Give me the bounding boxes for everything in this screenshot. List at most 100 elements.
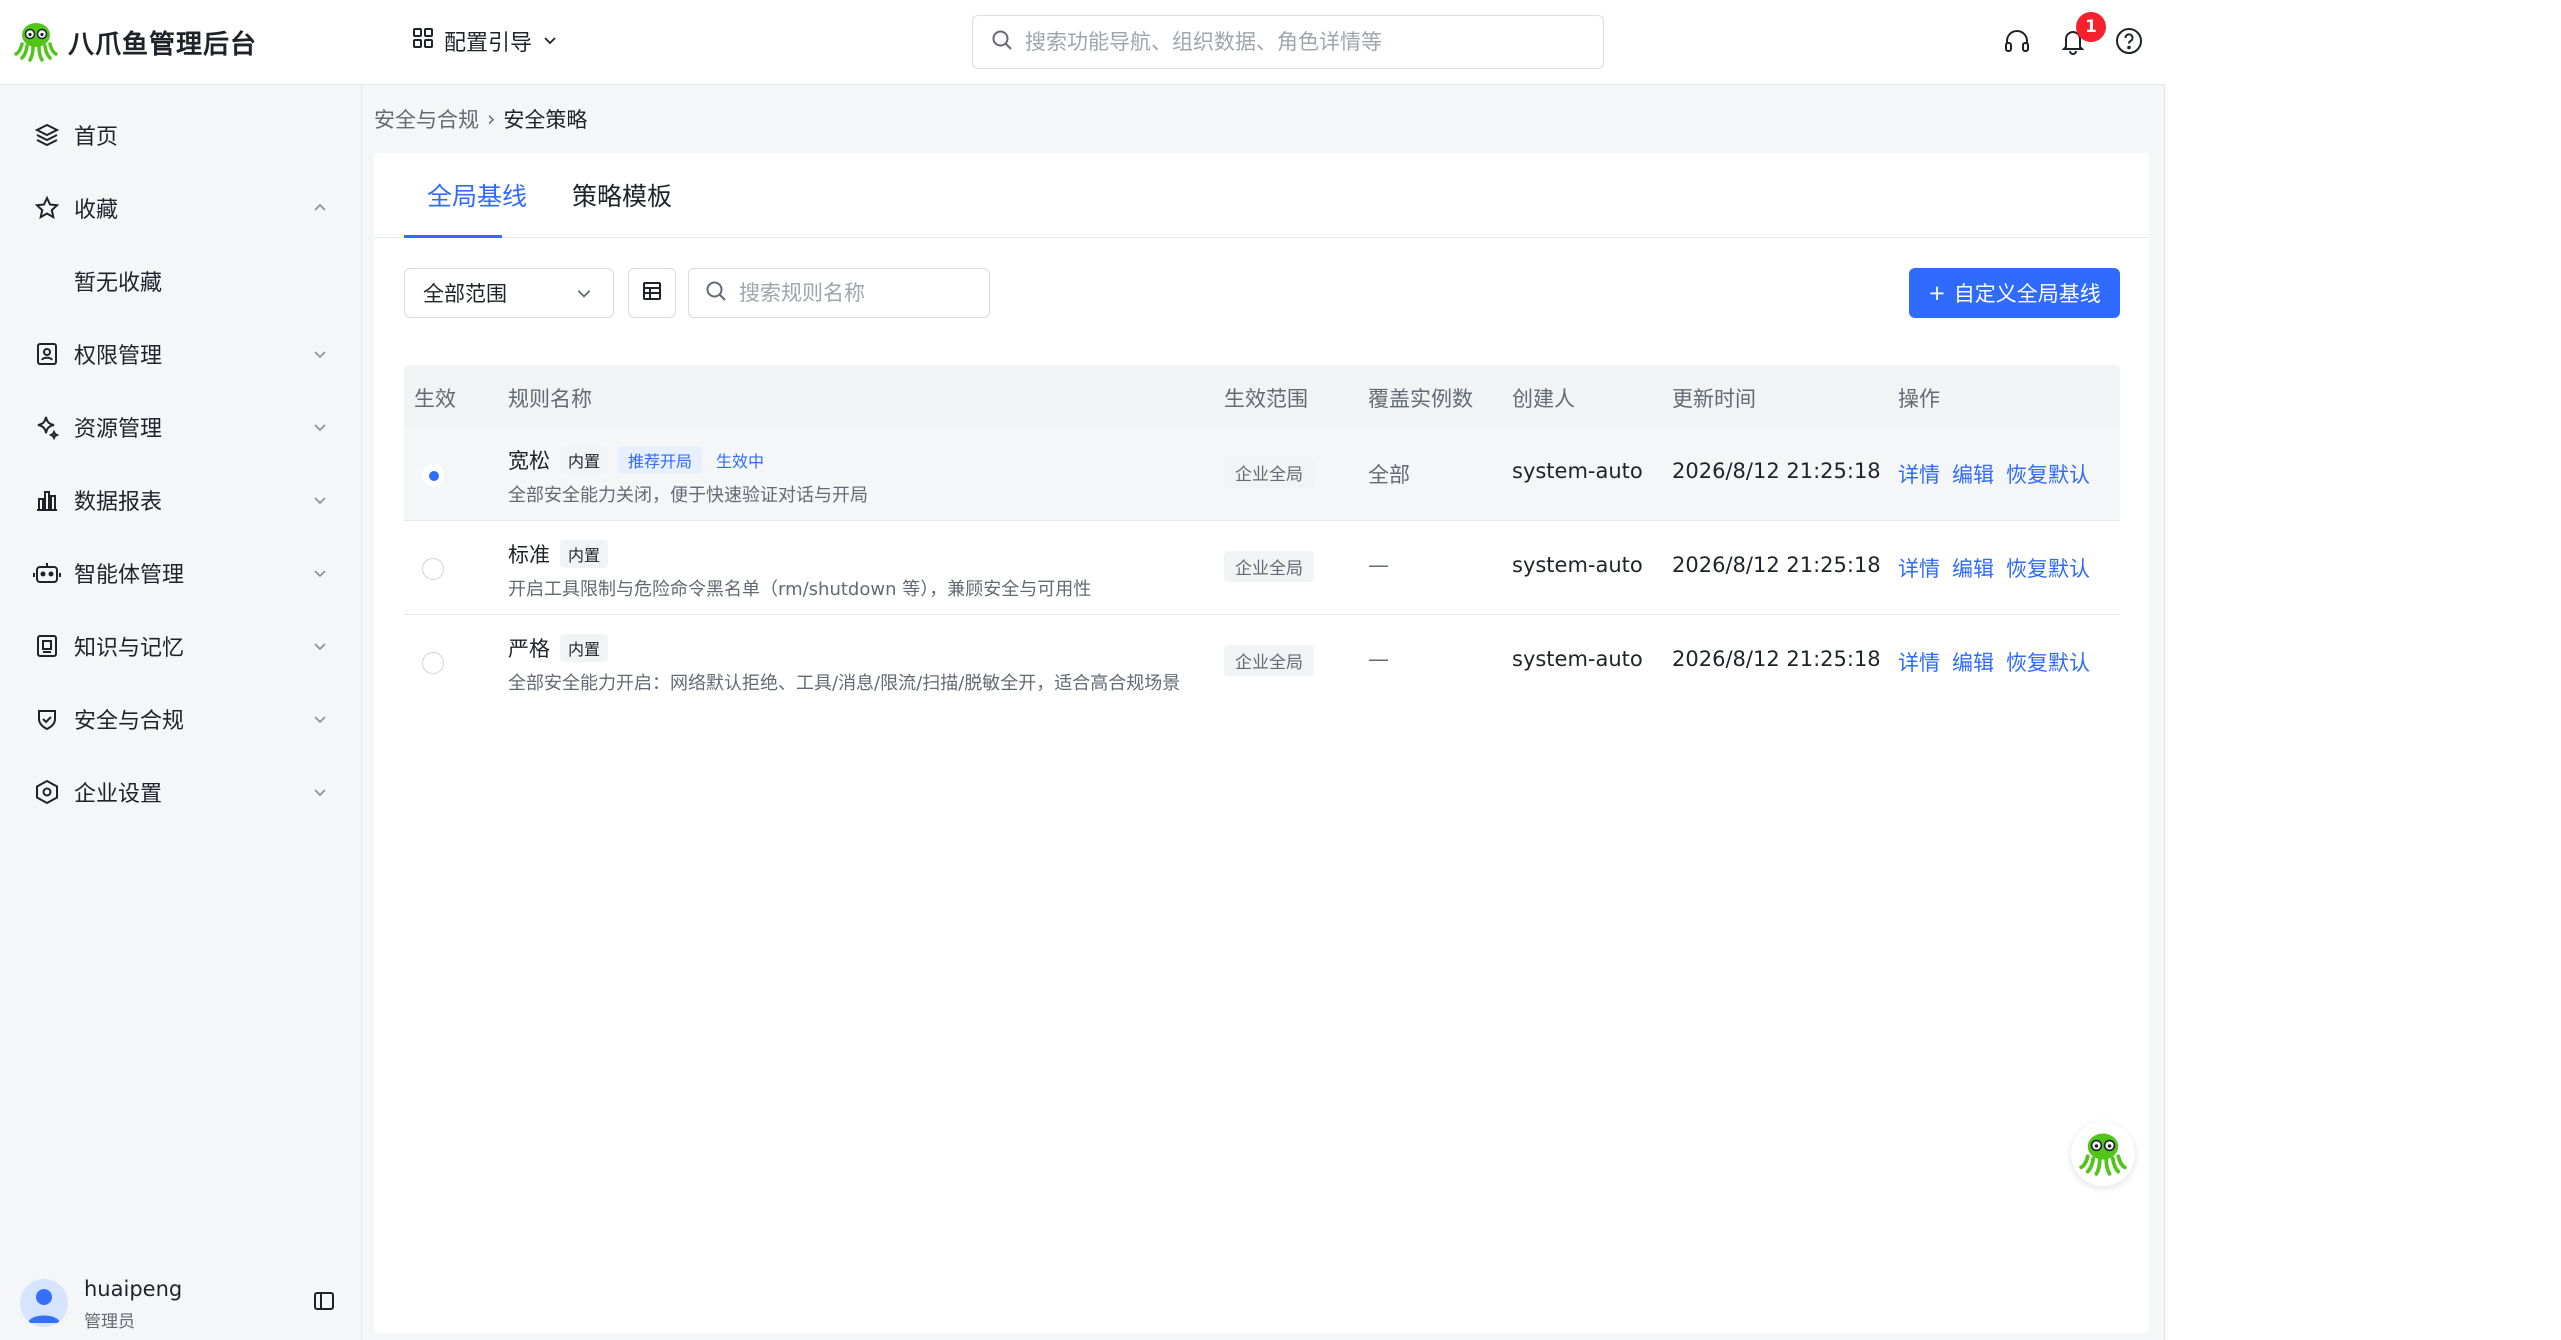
- row-actions: 详情 编辑 恢复默认: [1898, 459, 2090, 489]
- sidebar-item-label: 收藏: [74, 198, 119, 223]
- table-row[interactable]: 标准 内置 开启工具限制与危险命令黑名单（rm/shutdown 等），兼顾安全…: [404, 521, 2120, 615]
- add-global-baseline-label: 自定义全局基线: [1953, 282, 2101, 306]
- sidebar-subitem-no-favorites: 暂无收藏: [0, 251, 362, 311]
- table-icon: [641, 280, 663, 306]
- octopus-assistant-icon: [2079, 1128, 2127, 1180]
- restore-default-link[interactable]: 恢复默认: [2006, 459, 2090, 489]
- help-icon[interactable]: [2112, 24, 2146, 58]
- config-guide-menu[interactable]: 配置引导: [412, 25, 558, 57]
- row-actions: 详情 编辑 恢复默认: [1898, 647, 2090, 677]
- sidebar-item-resources[interactable]: 资源管理: [0, 397, 362, 457]
- edit-link[interactable]: 编辑: [1952, 459, 1994, 489]
- rule-name-cell: 标准 内置: [508, 539, 609, 569]
- star-icon: [32, 193, 62, 223]
- row-radio[interactable]: [422, 464, 444, 486]
- table-layout-button[interactable]: [628, 268, 676, 318]
- restore-default-link[interactable]: 恢复默认: [2006, 553, 2090, 583]
- column-header: 更新时间: [1672, 387, 1756, 411]
- page: { "header": { "brand_name": "八爪鱼管理后台", "…: [0, 0, 2561, 1340]
- hexagon-settings-icon: [32, 777, 62, 807]
- search-icon: [705, 280, 727, 306]
- sidebar-item-agents[interactable]: 智能体管理: [0, 543, 362, 603]
- rule-name-cell: 宽松 内置 推荐开局 生效中: [508, 445, 768, 475]
- rule-search-input[interactable]: [739, 281, 979, 305]
- table-header: 生效 规则名称 生效范围 覆盖实例数 创建人 更新时间 操作: [404, 365, 2120, 427]
- sidebar-item-label: 权限管理: [74, 344, 163, 369]
- sidebar-item-label: 企业设置: [74, 782, 163, 807]
- edit-link[interactable]: 编辑: [1952, 553, 1994, 583]
- octopus-logo-icon: [14, 18, 58, 66]
- app-shell: 八爪鱼管理后台 配置引导 搜索功能导航、组织数据、角色详情等 1 首页 收藏 暂…: [0, 0, 2165, 1340]
- add-global-baseline-button[interactable]: + 自定义全局基线: [1909, 268, 2120, 318]
- user-profile[interactable]: huaipeng 管理员: [20, 1275, 350, 1332]
- chevron-down-icon: [575, 283, 593, 307]
- scope-select-value: 全部范围: [423, 282, 507, 306]
- breadcrumb-current: 安全策略: [503, 108, 588, 132]
- table-row[interactable]: 宽松 内置 推荐开局 生效中 全部安全能力关闭，便于快速验证对话与开局 企业全局…: [404, 427, 2120, 521]
- knowledge-icon: [32, 631, 62, 661]
- sidebar-collapse-icon[interactable]: [312, 1289, 336, 1317]
- cover-count: —: [1368, 553, 1389, 577]
- breadcrumb: 安全与合规 › 安全策略: [374, 104, 587, 134]
- sidebar-item-label: 安全与合规: [74, 709, 185, 734]
- rule-name: 严格: [508, 637, 550, 661]
- sidebar-item-label: 数据报表: [74, 490, 163, 515]
- sidebar-item-favorites[interactable]: 收藏: [0, 178, 362, 238]
- top-header: 八爪鱼管理后台 配置引导 搜索功能导航、组织数据、角色详情等 1: [0, 0, 2165, 85]
- sidebar-item-home[interactable]: 首页: [0, 105, 362, 165]
- rule-description: 开启工具限制与危险命令黑名单（rm/shutdown 等），兼顾安全与可用性: [508, 579, 1092, 600]
- assistant-float-button[interactable]: [2071, 1122, 2135, 1186]
- row-actions: 详情 编辑 恢复默认: [1898, 553, 2090, 583]
- tab-policy-templates[interactable]: 策略模板: [572, 177, 672, 238]
- detail-link[interactable]: 详情: [1898, 647, 1940, 677]
- table-row[interactable]: 严格 内置 全部安全能力开启：网络默认拒绝、工具/消息/限流/扫描/脱敏全开，适…: [404, 615, 2120, 709]
- creator: system-auto: [1512, 647, 1643, 671]
- cover-count: —: [1368, 647, 1389, 671]
- avatar: [20, 1279, 68, 1327]
- layers-icon: [32, 120, 62, 150]
- sidebar-item-reports[interactable]: 数据报表: [0, 470, 362, 530]
- rule-name-cell: 严格 内置: [508, 633, 609, 663]
- rule-description: 全部安全能力开启：网络默认拒绝、工具/消息/限流/扫描/脱敏全开，适合高合规场景: [508, 673, 1181, 694]
- notification-badge: 1: [2076, 12, 2106, 42]
- row-radio[interactable]: [422, 558, 444, 580]
- breadcrumb-parent[interactable]: 安全与合规: [374, 104, 479, 134]
- chevron-down-icon: [542, 29, 558, 54]
- sidebar: 首页 收藏 暂无收藏 权限管理 资源管理 数据报表 智能体管理 知识与记忆 安全…: [0, 85, 362, 1340]
- edit-link[interactable]: 编辑: [1952, 647, 1994, 677]
- row-radio[interactable]: [422, 652, 444, 674]
- global-search-input[interactable]: [1025, 30, 1565, 54]
- header-actions: 1: [2000, 12, 2146, 58]
- creator: system-auto: [1512, 553, 1643, 577]
- creator: system-auto: [1512, 459, 1643, 483]
- bell-icon[interactable]: 1: [2056, 12, 2106, 58]
- restore-default-link[interactable]: 恢复默认: [2006, 647, 2090, 677]
- robot-icon: [32, 558, 62, 588]
- rule-search[interactable]: [688, 268, 990, 318]
- tab-active-indicator: [404, 235, 502, 238]
- headset-icon[interactable]: [2000, 24, 2034, 58]
- tab-bar: 全局基线 策略模板: [374, 153, 2149, 238]
- sidebar-item-knowledge[interactable]: 知识与记忆: [0, 616, 362, 676]
- rule-name: 宽松: [508, 449, 550, 473]
- sidebar-item-enterprise-settings[interactable]: 企业设置: [0, 762, 362, 822]
- scope-select[interactable]: 全部范围: [404, 268, 614, 318]
- chevron-up-icon: [310, 198, 330, 218]
- grid-icon: [412, 27, 434, 55]
- updated-time: 2026/8/12 21:25:18: [1672, 459, 1881, 483]
- sidebar-item-label: 智能体管理: [74, 563, 185, 588]
- brand[interactable]: 八爪鱼管理后台: [14, 18, 257, 66]
- chevron-down-icon: [310, 344, 330, 364]
- chevron-down-icon: [310, 709, 330, 729]
- detail-link[interactable]: 详情: [1898, 459, 1940, 489]
- sidebar-item-permissions[interactable]: 权限管理: [0, 324, 362, 384]
- tab-global-baseline[interactable]: 全局基线: [427, 177, 527, 238]
- column-header: 覆盖实例数: [1368, 387, 1473, 411]
- global-search[interactable]: [972, 15, 1604, 69]
- detail-link[interactable]: 详情: [1898, 553, 1940, 583]
- config-guide-label: 配置引导: [444, 31, 533, 56]
- sidebar-subitem-label: 暂无收藏: [74, 271, 163, 296]
- sidebar-item-security[interactable]: 安全与合规: [0, 689, 362, 749]
- column-header: 创建人: [1512, 387, 1575, 411]
- builtin-tag: 内置: [560, 540, 609, 568]
